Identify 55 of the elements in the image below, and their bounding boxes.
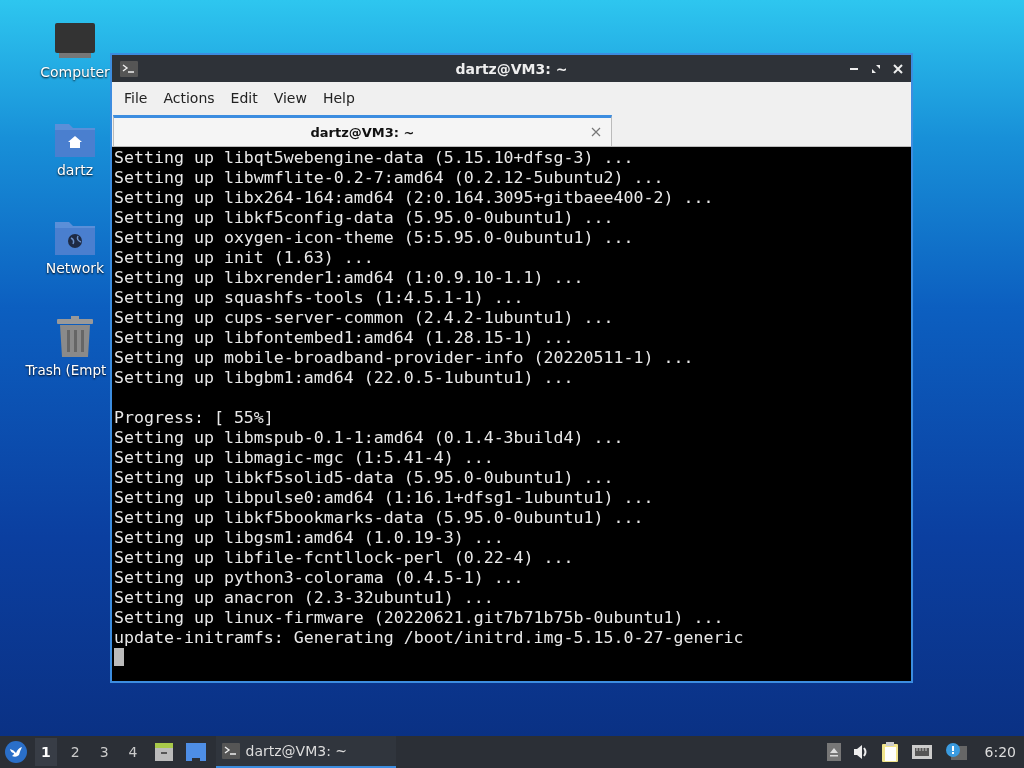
menu-item[interactable]: Edit (222, 90, 266, 106)
desktop-icon-label[interactable]: Network (45, 260, 105, 276)
desktop-icon-label[interactable]: dartz (56, 162, 94, 178)
maximize-icon[interactable] (871, 63, 881, 74)
terminal-line: Setting up libkf5bookmarks-data (5.95.0-0ubuntu1) ... (114, 508, 645, 528)
terminal-icon (221, 743, 240, 759)
task-button[interactable]: dartz@VM3: ~ (215, 736, 396, 768)
terminal-line: Setting up libmspub-0.1-1:amd64 (0.1.4-3build4) ... (114, 428, 625, 448)
desktop-icon[interactable] (185, 743, 206, 761)
menu-item[interactable]: Actions (155, 90, 223, 106)
clock[interactable]: 6:20 (984, 744, 1016, 760)
terminal-line: Setting up libqt5webengine-data (5.15.10+dfsg-3) ... (114, 148, 635, 168)
close-tab-icon[interactable] (591, 127, 601, 137)
terminal-line: Setting up init (1.63) ... (114, 248, 375, 268)
desktop-icon-label[interactable]: Trash (Empt (25, 362, 107, 378)
text-cursor (114, 648, 124, 666)
terminal-tab[interactable]: dartz@VM3: ~ (113, 115, 612, 146)
terminal-line: Setting up mobile-broadband-provider-info (20220511-1) ... (114, 348, 695, 368)
terminal-line: Setting up oxygen-icon-theme (5:5.95.0-0ubuntu1) ... (114, 228, 635, 248)
terminal-line: Setting up libxrender1:amd64 (1:0.9.10-1.1) ... (114, 268, 585, 288)
file-cabinet-icon[interactable] (153, 742, 174, 762)
network-wired-icon[interactable] (910, 743, 933, 761)
terminal-line: Setting up python3-colorama (0.4.5-1) ... (114, 568, 525, 588)
monitor-icon[interactable] (54, 22, 96, 60)
workspace-button[interactable]: 2 (64, 738, 86, 766)
eject-icon[interactable] (826, 743, 841, 761)
terminal-line: Progress: [ 55%] (114, 408, 275, 428)
volume-icon[interactable] (852, 744, 869, 760)
terminal-line: Setting up libgsm1:amd64 (1.0.19-3) ... (114, 528, 505, 548)
workspace-button[interactable]: 1 (35, 738, 57, 766)
workspace-button[interactable]: 4 (122, 738, 144, 766)
terminal-line: Setting up libkf5solid5-data (5.95.0-0ubuntu1) ... (114, 468, 615, 488)
bird-logo-icon[interactable] (5, 741, 27, 763)
terminal-line: Setting up linux-firmware (20220621.git7b71b75b-0ubuntu1) ... (114, 608, 725, 628)
terminal-line: update-initramfs: Generating /boot/initrd.img-5.15.0-27-generic (114, 628, 745, 648)
notification-icon[interactable] (944, 742, 967, 762)
terminal-line: Setting up anacron (2.3-32ubuntu1) ... (114, 588, 495, 608)
terminal-line: Setting up squashfs-tools (1:4.5.1-1) ... (114, 288, 525, 308)
menu-item[interactable]: Help (314, 90, 363, 106)
terminal-line: Setting up libwmflite-0.2-7:amd64 (0.2.12-5ubuntu2) ... (114, 168, 665, 188)
clipboard-icon[interactable] (880, 741, 899, 763)
menu-item[interactable]: View (265, 90, 315, 106)
workspace-button[interactable]: 3 (93, 738, 115, 766)
close-icon[interactable] (893, 63, 903, 74)
terminal-line: Setting up libx264-164:amd64 (2:0.164.3095+gitbaee400-2) ... (114, 188, 715, 208)
terminal-line: Setting up libmagic-mgc (1:5.41-4) ... (114, 448, 495, 468)
terminal-line: Setting up libfile-fcntllock-perl (0.22-4) ... (114, 548, 575, 568)
terminal-line: Setting up libfontembed1:amd64 (1.28.15-1) ... (114, 328, 575, 348)
terminal-icon (120, 60, 138, 77)
menu-item[interactable]: File (116, 90, 156, 106)
terminal-line: Setting up cups-server-common (2.4.2-1ubuntu1) ... (114, 308, 615, 328)
terminal-line: Setting up libpulse0:amd64 (1:16.1+dfsg1-1ubuntu1) ... (114, 488, 655, 508)
terminal-line: Setting up libkf5config-data (5.95.0-0ubuntu1) ... (114, 208, 615, 228)
terminal-line: Setting up libgbm1:amd64 (22.0.5-1ubuntu1) ... (114, 368, 575, 388)
window-title: dartz@VM3: ~ (455, 60, 568, 77)
